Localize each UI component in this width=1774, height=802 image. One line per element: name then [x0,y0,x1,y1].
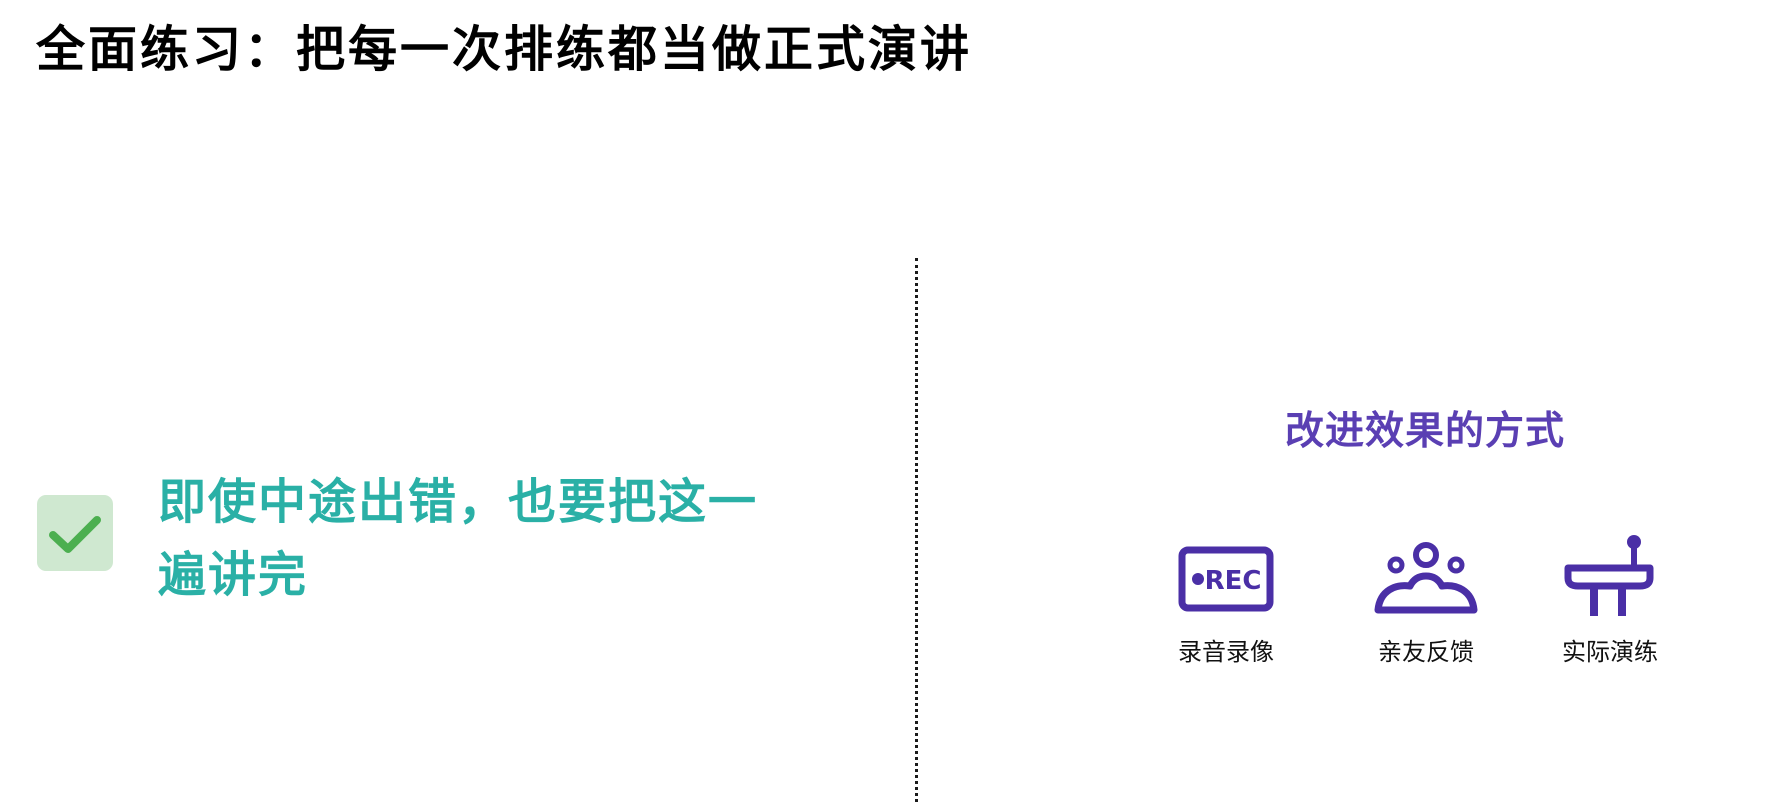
rec-icon: REC [1178,546,1274,612]
svg-text:REC: REC [1205,566,1262,596]
page-title: 全面练习：把每一次排练都当做正式演讲 [36,21,973,78]
check-icon [37,495,113,571]
method-label: 实际演练 [1562,638,1658,666]
method-item-rehearsal: 实际演练 [1530,532,1690,667]
podium-icon [1564,535,1654,616]
methods-title: 改进效果的方式 [1284,409,1565,454]
method-label: 录音录像 [1178,638,1274,666]
method-label: 亲友反馈 [1378,638,1474,666]
dotted-divider [915,258,918,802]
audience-icon [1374,542,1478,614]
method-item-recording: REC 录音录像 [1146,532,1306,667]
tip-text: 即使中途出错，也要把这一遍讲完 [158,474,759,603]
method-item-feedback: 亲友反馈 [1346,532,1506,667]
